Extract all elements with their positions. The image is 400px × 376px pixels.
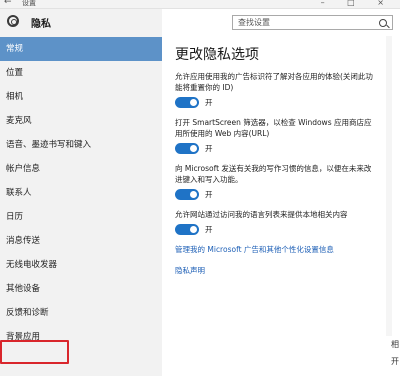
advertising-id-toggle[interactable] — [175, 97, 199, 108]
setting-language-list: 允许网站通过访问我的语言列表来提供本地相关内容 开 — [175, 209, 375, 237]
search-box[interactable]: 查找设置 — [232, 15, 393, 30]
sidebar-title: 隐私 — [31, 19, 51, 30]
setting-advertising-id: 允许应用使用我的广告标识符了解对各应用的体验(关闭此功能将重置你的 ID) 开 — [175, 71, 375, 110]
edge-text-2: 开 — [391, 357, 399, 366]
nav-item-location[interactable]: 位置 — [0, 61, 162, 85]
privacy-statement-link[interactable]: 隐私声明 — [175, 265, 205, 276]
smartscreen-toggle[interactable] — [175, 143, 199, 154]
toggle-knob — [190, 99, 197, 106]
toggle-knob — [190, 226, 197, 233]
scrollbar-track[interactable] — [386, 36, 392, 336]
setting-desc: 向 Microsoft 发送有关我的写作习惯的信息，以便在未来改进键入和写入功能… — [175, 164, 372, 184]
language-list-toggle[interactable] — [175, 224, 199, 235]
page-title: 更改隐私选项 — [175, 47, 259, 63]
nav-item-microphone[interactable]: 麦克风 — [0, 109, 162, 133]
main-content: 更改隐私选项 允许应用使用我的广告标识符了解对各应用的体验(关闭此功能将重置你的… — [162, 36, 387, 376]
window-title: 设置 — [22, 0, 36, 7]
toggle-knob — [190, 191, 197, 198]
nav-item-account-info[interactable]: 帐户信息 — [0, 157, 162, 181]
writing-habits-toggle[interactable] — [175, 189, 199, 200]
nav-item-other-devices[interactable]: 其他设备 — [0, 277, 162, 301]
toggle-row: 开 — [175, 188, 375, 202]
toggle-state: 开 — [205, 190, 213, 199]
toggle-row: 开 — [175, 96, 375, 110]
toggle-knob — [190, 145, 197, 152]
toggle-row: 开 — [175, 142, 375, 156]
gear-icon — [7, 15, 19, 27]
nav-item-speech-inking-typing[interactable]: 语音、墨迹书写和键入 — [0, 133, 162, 157]
nav-item-general[interactable]: 常规 — [0, 37, 162, 61]
toggle-row: 开 — [175, 223, 375, 237]
nav-item-feedback-diagnostics[interactable]: 反馈和诊断 — [0, 301, 162, 325]
manage-ads-link[interactable]: 管理我的 Microsoft 广告和其他个性化设置信息 — [175, 244, 334, 255]
toggle-state: 开 — [205, 98, 213, 107]
settings-window: ← 设置 – □ × 隐私 常规 位置 相机 麦克风 语音、墨迹书写和键入 帐户… — [0, 0, 400, 376]
back-arrow-icon[interactable]: ← — [4, 0, 12, 7]
window-controls[interactable]: – □ × — [321, 0, 394, 7]
search-placeholder: 查找设置 — [238, 18, 270, 27]
sidebar-header: 隐私 — [0, 9, 162, 35]
nav-item-contacts[interactable]: 联系人 — [0, 181, 162, 205]
nav-item-calendar[interactable]: 日历 — [0, 205, 162, 229]
search-icon[interactable] — [379, 19, 387, 27]
toggle-state: 开 — [205, 144, 213, 153]
sidebar: 隐私 常规 位置 相机 麦克风 语音、墨迹书写和键入 帐户信息 联系人 日历 消… — [0, 9, 162, 376]
setting-desc: 允许应用使用我的广告标识符了解对各应用的体验(关闭此功能将重置你的 ID) — [175, 72, 373, 92]
nav-item-messaging[interactable]: 消息传送 — [0, 229, 162, 253]
setting-writing-habits: 向 Microsoft 发送有关我的写作习惯的信息，以便在未来改进键入和写入功能… — [175, 163, 375, 202]
nav-item-radios[interactable]: 无线电收发器 — [0, 253, 162, 277]
edge-text-1: 相 — [391, 340, 399, 349]
title-bar: ← 设置 – □ × — [0, 0, 400, 9]
nav-list: 常规 位置 相机 麦克风 语音、墨迹书写和键入 帐户信息 联系人 日历 消息传送… — [0, 37, 162, 349]
toggle-state: 开 — [205, 225, 213, 234]
setting-desc: 打开 SmartScreen 筛选器，以检查 Windows 应用商店应用所使用… — [175, 118, 372, 138]
highlight-box — [0, 340, 69, 364]
setting-smartscreen: 打开 SmartScreen 筛选器，以检查 Windows 应用商店应用所使用… — [175, 117, 375, 156]
setting-desc: 允许网站通过访问我的语言列表来提供本地相关内容 — [175, 210, 348, 219]
nav-item-camera[interactable]: 相机 — [0, 85, 162, 109]
